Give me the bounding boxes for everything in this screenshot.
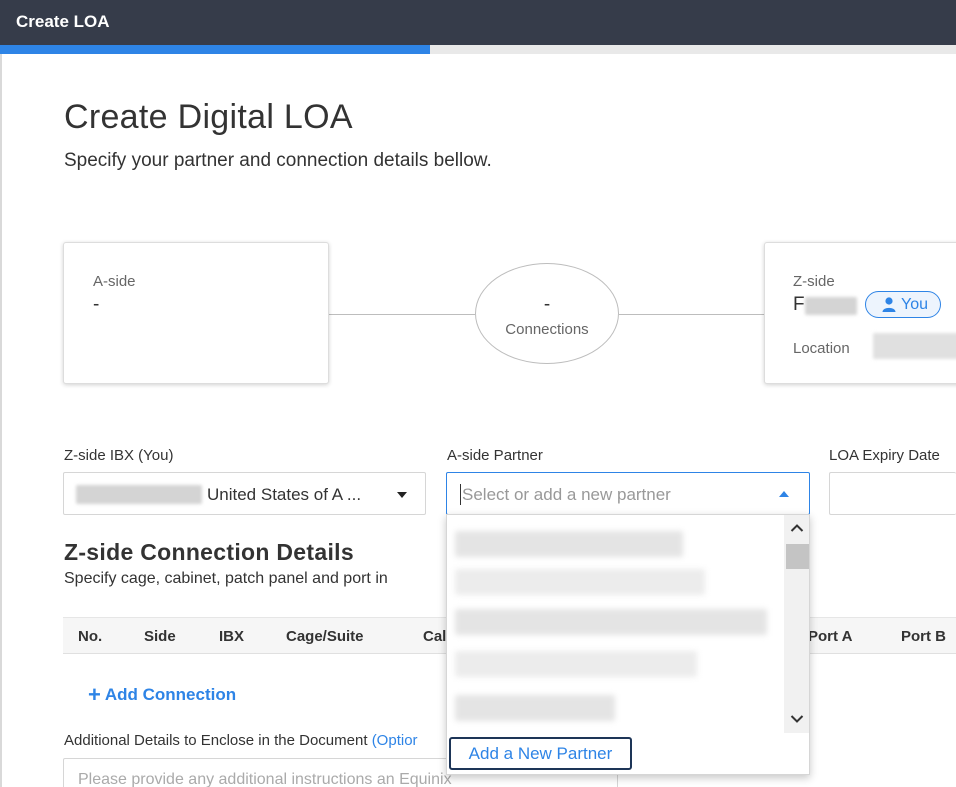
- connections-count: -: [543, 294, 551, 315]
- plus-icon: +: [88, 682, 101, 707]
- redacted-name: [805, 297, 857, 315]
- you-badge-label: You: [901, 296, 928, 313]
- additional-details-placeholder: Please provide any additional instructio…: [78, 771, 452, 787]
- z-ibx-value: United States of A ...: [207, 485, 362, 504]
- section-subtitle: Specify cage, cabinet, patch panel and p…: [64, 570, 388, 587]
- list-item[interactable]: [455, 695, 615, 721]
- add-connection-button[interactable]: + Add Connection: [88, 682, 236, 708]
- add-connection-label: Add Connection: [104, 685, 237, 704]
- chevron-down-icon[interactable]: [790, 714, 804, 724]
- a-partner-select[interactable]: Select or add a new partner: [446, 472, 810, 515]
- a-partner-label: A-side Partner: [447, 447, 543, 464]
- chevron-up-icon[interactable]: [790, 523, 804, 533]
- z-ibx-select[interactable]: United States of A ...: [63, 472, 426, 515]
- a-side-label: A-side: [93, 273, 136, 290]
- list-item[interactable]: [455, 609, 767, 635]
- page-subtitle: Specify your partner and connection deta…: [64, 150, 492, 171]
- additional-details-text: Additional Details to Enclose in the Doc…: [64, 732, 368, 749]
- progress-bar: [0, 45, 956, 54]
- list-item[interactable]: [455, 569, 705, 595]
- a-side-card: A-side -: [63, 242, 329, 384]
- section-title: Z-side Connection Details: [64, 539, 354, 565]
- column-header: Port B: [901, 628, 946, 645]
- redacted-ibx: [76, 485, 202, 504]
- window-title: Create LOA: [16, 12, 110, 31]
- connector-line-right: [619, 314, 764, 315]
- column-header: No.: [78, 628, 103, 645]
- page-title: Create Digital LOA: [64, 98, 353, 136]
- column-header: Side: [144, 628, 176, 645]
- partner-dropdown: Add a New Partner: [446, 514, 810, 775]
- scrollbar-thumb[interactable]: [786, 544, 809, 569]
- caret-down-icon: [397, 492, 407, 498]
- caret-up-icon: [779, 491, 789, 497]
- loa-expiry-input[interactable]: [829, 472, 956, 515]
- loa-expiry-label: LOA Expiry Date: [829, 447, 940, 464]
- user-icon: [882, 297, 896, 312]
- redacted-location: [873, 333, 956, 359]
- z-side-label: Z-side: [793, 273, 835, 290]
- z-ibx-label: Z-side IBX (You): [64, 447, 174, 464]
- column-header: Cal: [423, 628, 447, 645]
- connections-summary: - Connections: [475, 263, 619, 364]
- column-header: Cage/Suite: [286, 628, 364, 645]
- list-item[interactable]: [455, 651, 697, 677]
- you-badge: You: [865, 291, 941, 318]
- column-header: IBX: [219, 628, 245, 645]
- progress-fill: [0, 45, 431, 54]
- z-side-name: F: [793, 294, 805, 315]
- connections-label: Connections: [505, 321, 589, 338]
- additional-details-label: Additional Details to Enclose in the Doc…: [64, 732, 418, 749]
- list-item[interactable]: [455, 531, 683, 557]
- text-cursor: [460, 484, 461, 505]
- add-new-partner-button[interactable]: Add a New Partner: [449, 737, 632, 770]
- column-header: Port A: [808, 628, 853, 645]
- title-bar: Create LOA: [0, 0, 956, 45]
- optional-tag: (Optior: [371, 732, 418, 749]
- connector-line-left: [329, 314, 475, 315]
- a-partner-placeholder: Select or add a new partner: [462, 485, 671, 504]
- left-divider: [0, 54, 2, 787]
- z-side-location-label: Location: [793, 340, 850, 357]
- a-side-value: -: [93, 294, 100, 315]
